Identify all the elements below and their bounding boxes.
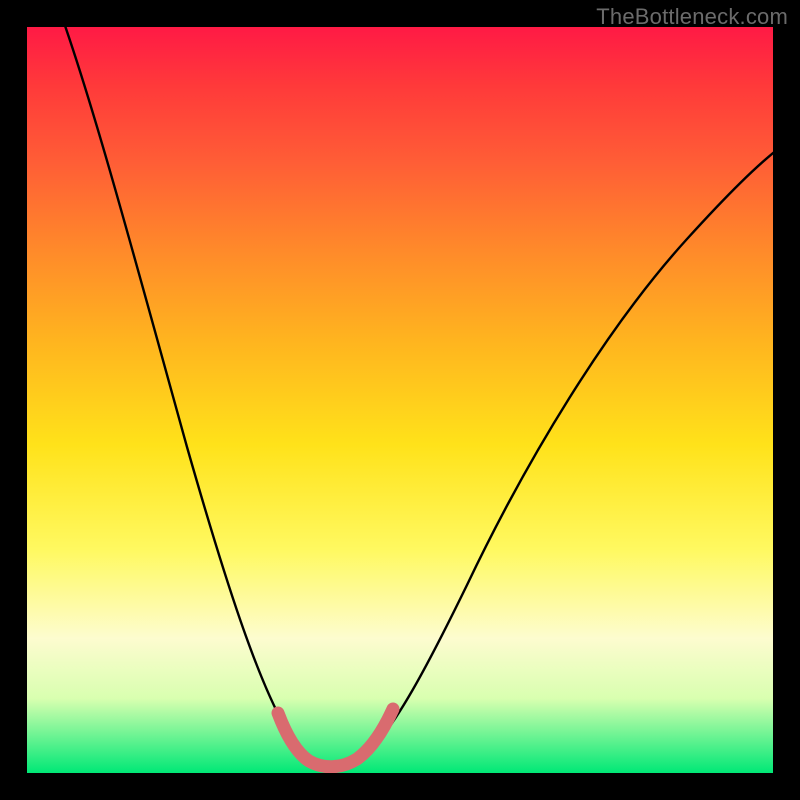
- bottleneck-curve: [62, 27, 773, 766]
- curve-layer: [27, 27, 773, 773]
- outer-frame: TheBottleneck.com: [0, 0, 800, 800]
- optimal-zone-highlight: [278, 709, 393, 767]
- plot-area: [27, 27, 773, 773]
